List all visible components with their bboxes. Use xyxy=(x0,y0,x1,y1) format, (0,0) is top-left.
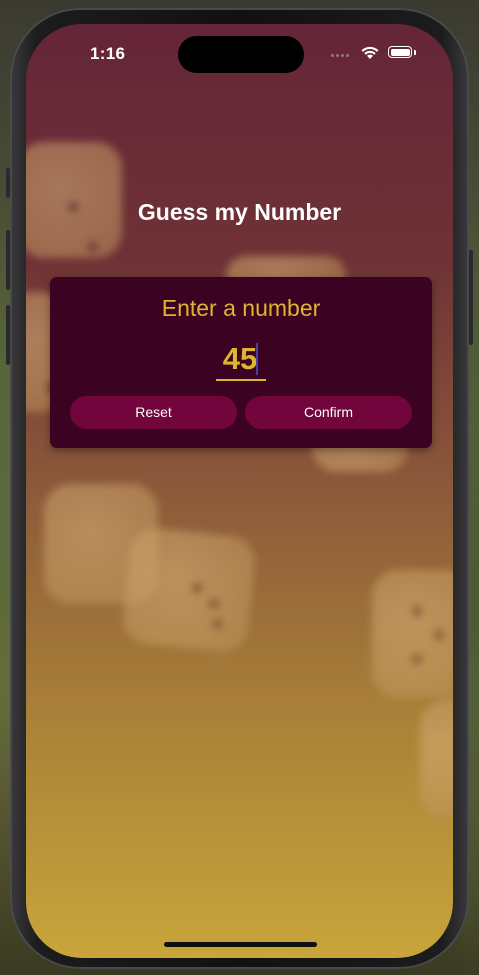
instruction-label: Enter a number xyxy=(161,295,321,321)
status-bar: 1:16 xyxy=(26,24,453,82)
battery-icon xyxy=(388,46,412,58)
app-screen: 1:16 Guess my Number Enter a number 45 R… xyxy=(26,24,453,958)
status-time: 1:16 xyxy=(90,44,126,63)
side-button-volume-down xyxy=(6,305,10,365)
background-dice-image xyxy=(372,570,453,698)
side-button-action xyxy=(6,168,10,198)
background-dice-image xyxy=(120,525,258,655)
home-indicator[interactable] xyxy=(164,942,317,947)
page-title: Guess my Number xyxy=(137,199,342,225)
reset-button[interactable]: Reset xyxy=(70,396,237,429)
dynamic-island xyxy=(178,36,304,73)
confirm-button[interactable]: Confirm xyxy=(245,396,412,429)
number-input-card: Enter a number 45 Reset Confirm xyxy=(50,277,432,448)
wifi-icon xyxy=(361,46,379,59)
text-caret xyxy=(256,343,258,375)
cellular-signal-icon xyxy=(331,54,349,57)
number-input[interactable]: 45 xyxy=(216,339,266,381)
side-button-power xyxy=(469,250,473,345)
battery-tip xyxy=(414,50,416,55)
background-dice-image xyxy=(420,700,453,820)
side-button-volume-up xyxy=(6,230,10,290)
